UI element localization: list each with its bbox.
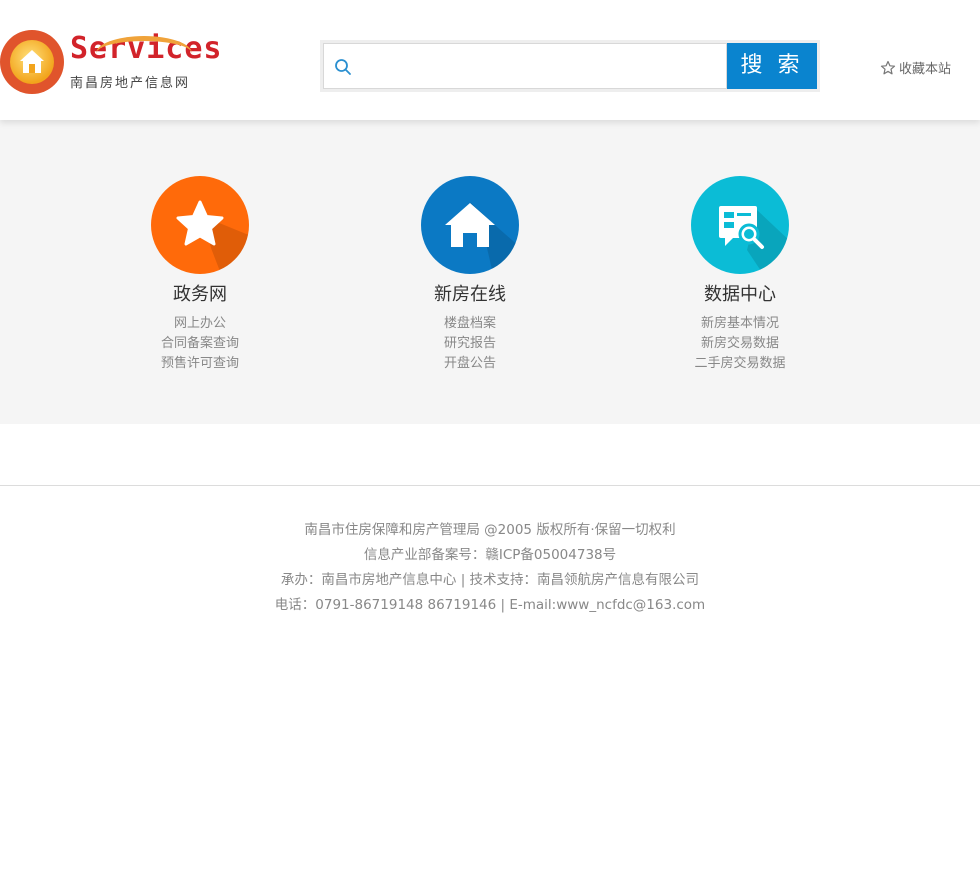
star-icon: [176, 200, 249, 274]
card-links: 楼盘档案 研究报告 开盘公告: [370, 314, 570, 374]
card-link[interactable]: 合同备案查询: [100, 334, 300, 354]
logo-wordmark: Services: [70, 32, 223, 66]
home-icon: [445, 202, 519, 274]
footer-copyright: 南昌市住房保障和房产管理局 @2005 版权所有·保留一切权利: [304, 522, 676, 538]
search-field-wrapper: [323, 43, 727, 89]
card-title[interactable]: 政务网: [100, 282, 300, 308]
card-links: 网上办公 合同备案查询 预售许可查询: [100, 314, 300, 374]
star-outline-icon: [880, 60, 896, 75]
search-button[interactable]: 搜 索: [727, 43, 817, 89]
card-icon-circle[interactable]: [691, 176, 789, 274]
card-link[interactable]: 开盘公告: [370, 354, 570, 374]
logo-seal-house: [10, 40, 54, 84]
site-header: Services 南昌房地产信息网 搜 索 收藏本站: [0, 0, 980, 120]
search-bar: 搜 索: [320, 40, 820, 92]
favorite-link[interactable]: 收藏本站: [880, 60, 951, 79]
footer-divider: [0, 485, 980, 486]
card-icon-circle[interactable]: [421, 176, 519, 274]
card-link[interactable]: 二手房交易数据: [640, 354, 840, 374]
logo-subtitle: 南昌房地产信息网: [70, 76, 191, 91]
card-link[interactable]: 新房交易数据: [640, 334, 840, 354]
services-band: 政务网 网上办公 合同备案查询 预售许可查询 新房在线 楼盘档案 研究报告 开盘…: [0, 120, 980, 424]
logo-seal: [0, 30, 64, 94]
logo-swoosh: [96, 36, 192, 71]
site-logo[interactable]: Services 南昌房地产信息网: [0, 28, 222, 96]
card-link[interactable]: 预售许可查询: [100, 354, 300, 374]
footer-contact: 电话：0791-86719148 86719146 | E-mail:www_n…: [274, 597, 706, 613]
card-link[interactable]: 新房基本情况: [640, 314, 840, 334]
card-title[interactable]: 新房在线: [370, 282, 570, 308]
search-input[interactable]: [364, 50, 723, 84]
search-icon: [335, 59, 351, 75]
footer-organizer: 承办：南昌市房地产信息中心 | 技术支持：南昌领航房产信息有限公司: [280, 572, 700, 588]
card-link[interactable]: 网上办公: [100, 314, 300, 334]
card-new-homes: 新房在线 楼盘档案 研究报告 开盘公告: [370, 176, 570, 374]
card-link[interactable]: 研究报告: [370, 334, 570, 354]
site-footer: 南昌市住房保障和房产管理局 @2005 版权所有·保留一切权利 信息产业部备案号…: [0, 518, 980, 618]
card-link[interactable]: 楼盘档案: [370, 314, 570, 334]
card-title[interactable]: 数据中心: [640, 282, 840, 308]
favorite-label: 收藏本站: [899, 62, 952, 77]
card-data-center: 数据中心 新房基本情况 新房交易数据 二手房交易数据: [640, 176, 840, 374]
footer-icp[interactable]: 信息产业部备案号：赣ICP备05004738号: [0, 543, 980, 568]
card-government: 政务网 网上办公 合同备案查询 预售许可查询: [100, 176, 300, 374]
card-links: 新房基本情况 新房交易数据 二手房交易数据: [640, 314, 840, 374]
data-search-icon: [719, 206, 789, 274]
house-icon: [20, 50, 44, 73]
card-icon-circle[interactable]: [151, 176, 249, 274]
